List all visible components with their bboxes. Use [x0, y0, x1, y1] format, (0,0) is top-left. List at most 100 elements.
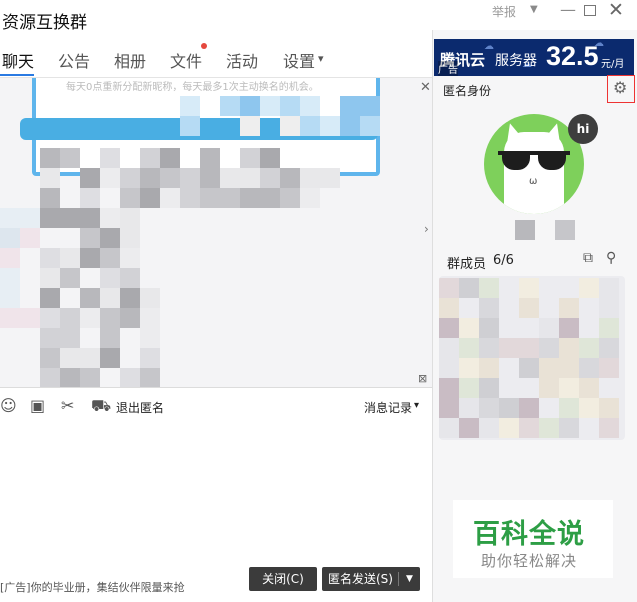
bottom-ad-link[interactable]: [广告]你的毕业册，集结伙伴限量来抢: [0, 579, 185, 595]
files-badge: [201, 43, 207, 49]
redacted-pixel: [280, 96, 300, 116]
redacted-pixel: [479, 378, 499, 398]
redacted-pixel: [120, 188, 140, 208]
redacted-pixel: [599, 318, 619, 338]
redacted-pixel: [260, 188, 280, 208]
redacted-pixel: [260, 96, 280, 116]
redacted-pixel: [140, 368, 160, 387]
tab-announcement[interactable]: 公告: [58, 48, 90, 72]
redacted-pixel: [559, 318, 579, 338]
redacted-pixel: [579, 378, 599, 398]
expand-panel-icon[interactable]: ›: [424, 222, 429, 236]
search-icon[interactable]: ⚲: [606, 250, 616, 266]
message-history-button[interactable]: 消息记录: [364, 399, 412, 416]
send-separator: [398, 572, 399, 586]
redacted-pixel: [60, 328, 80, 348]
redacted-pixel: [559, 298, 579, 318]
redacted-pixel: [579, 338, 599, 358]
redacted-pixel: [515, 220, 535, 240]
close-button[interactable]: 关闭(C): [249, 567, 317, 591]
redacted-pixel: [40, 148, 60, 168]
redacted-pixel: [300, 188, 320, 208]
redacted-pixel: [300, 96, 320, 116]
redacted-pixel: [100, 288, 120, 308]
tab-album[interactable]: 相册: [114, 48, 146, 72]
redacted-pixel: [559, 358, 579, 378]
screenshot-icon[interactable]: ⊠: [418, 372, 427, 385]
redacted-pixel: [320, 168, 340, 188]
ad-banner[interactable]: ☁ ☁ ☁ 腾讯云 广告 服务器 32.5 元/月: [434, 39, 634, 76]
cat-mouth: ω: [529, 176, 538, 187]
redacted-pixel: [60, 208, 80, 228]
redacted-pixel: [0, 308, 20, 328]
redacted-pixel: [459, 278, 479, 298]
tab-settings[interactable]: 设置: [283, 48, 315, 72]
chat-history[interactable]: 每天0点重新分配新昵称，每天最多1次主动换名的机会。 ✕ ⊠: [0, 78, 432, 387]
notice-text: 每天0点重新分配新昵称，每天最多1次主动换名的机会。: [66, 82, 319, 93]
redacted-pixel: [439, 298, 459, 318]
redacted-pixel: [120, 288, 140, 308]
redacted-pixel: [220, 188, 240, 208]
history-dropdown-icon[interactable]: ▾: [414, 400, 419, 411]
redacted-pixel: [40, 188, 60, 208]
tab-chat[interactable]: 聊天: [2, 48, 34, 72]
redacted-pixel: [519, 298, 539, 318]
menu-dropdown-icon[interactable]: ▼: [530, 4, 538, 15]
redacted-pixel: [100, 348, 120, 368]
redacted-pixel: [40, 248, 60, 268]
redacted-pixel: [200, 168, 220, 188]
redacted-pixel: [320, 116, 340, 136]
anonymous-send-button[interactable]: 匿名发送(S) ▼: [322, 567, 420, 591]
settings-dropdown-icon[interactable]: ▾: [318, 52, 324, 65]
redacted-pixel: [559, 398, 579, 418]
maximize-button[interactable]: [584, 5, 596, 16]
redacted-pixel: [0, 248, 20, 268]
redacted-pixel: [100, 268, 120, 288]
minimize-button[interactable]: —: [560, 0, 576, 19]
chat-input-splitter[interactable]: [0, 387, 432, 388]
redacted-pixel: [519, 398, 539, 418]
redacted-pixel: [439, 278, 459, 298]
anon-settings-button[interactable]: ⚙: [607, 75, 635, 103]
exit-anonymous-button[interactable]: 退出匿名: [116, 399, 164, 416]
report-link[interactable]: 举报: [492, 3, 516, 20]
redacted-pixel: [40, 288, 60, 308]
redacted-pixel: [539, 358, 559, 378]
member-manage-icon[interactable]: ⧉: [583, 250, 593, 266]
send-button-label: 匿名发送(S): [328, 572, 393, 586]
tab-activity[interactable]: 活动: [226, 48, 258, 72]
redacted-pixel: [599, 358, 619, 378]
redacted-pixel: [579, 398, 599, 418]
member-list[interactable]: [439, 276, 625, 440]
scissors-icon[interactable]: ✂: [61, 396, 74, 415]
hi-badge[interactable]: hi: [568, 114, 598, 144]
redacted-pixel: [180, 116, 200, 136]
redacted-pixel: [280, 116, 300, 136]
watermark-subtitle: 助你轻松解决: [481, 552, 578, 570]
redacted-pixel: [479, 338, 499, 358]
message-input[interactable]: [0, 420, 432, 570]
cloud-icon: ☁: [484, 41, 494, 52]
anon-mask-icon[interactable]: ⛟: [91, 396, 111, 417]
redacted-pixel: [80, 248, 100, 268]
redacted-pixel: [360, 116, 380, 136]
redacted-pixel: [599, 418, 619, 438]
close-window-button[interactable]: ✕: [608, 0, 624, 21]
emoji-icon[interactable]: ☺: [0, 396, 17, 415]
send-options-icon[interactable]: ▼: [406, 567, 413, 591]
redacted-pixel: [40, 368, 60, 387]
image-icon[interactable]: ▣: [30, 396, 45, 415]
tab-bar: 聊天 公告 相册 文件 活动 设置 ▾: [0, 40, 432, 78]
tab-files[interactable]: 文件: [170, 48, 202, 72]
ad-price-unit: 元/月: [601, 59, 625, 70]
close-notice-icon[interactable]: ✕: [420, 80, 431, 95]
redacted-pixel: [20, 228, 40, 248]
redacted-pixel: [220, 168, 240, 188]
redacted-pixel: [60, 348, 80, 368]
title-bar: 资源互换群 举报 ▼ — ✕: [0, 0, 637, 33]
redacted-pixel: [0, 288, 20, 308]
redacted-pixel: [120, 368, 140, 387]
redacted-pixel: [40, 328, 60, 348]
redacted-pixel: [240, 168, 260, 188]
ad-tag: 广告: [438, 61, 458, 76]
